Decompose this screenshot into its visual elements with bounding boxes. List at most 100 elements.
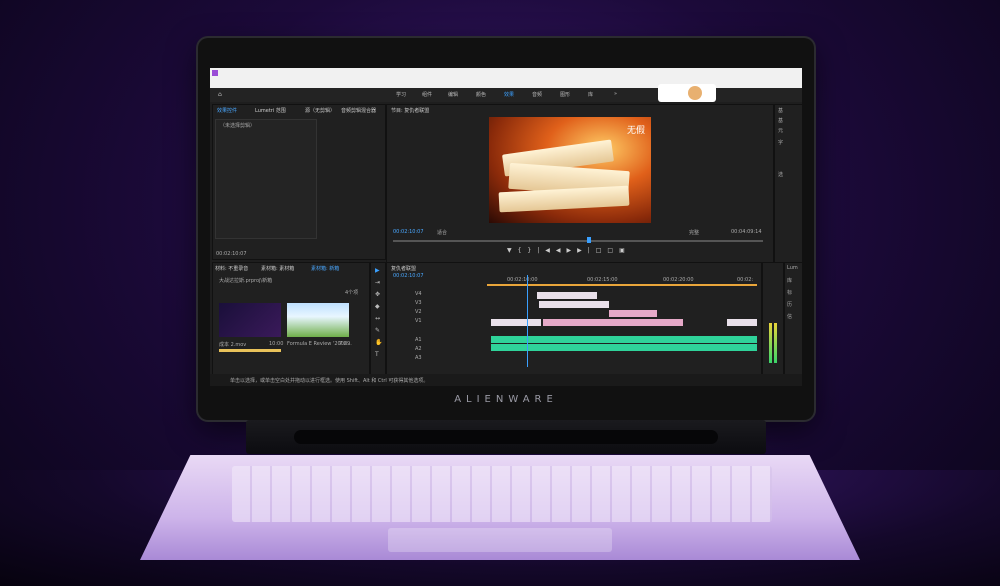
- timeline-clip[interactable]: [543, 319, 683, 326]
- touchpad: [388, 528, 612, 552]
- meter-bar: [774, 323, 777, 363]
- track-header[interactable]: V1: [415, 318, 422, 324]
- track-header[interactable]: A1: [415, 337, 422, 343]
- video-frame: 无假: [489, 117, 651, 223]
- clip-duration: 7:29: [339, 341, 351, 347]
- workspace-tab[interactable]: 音频: [532, 91, 542, 98]
- more-icon[interactable]: »: [614, 91, 617, 97]
- home-icon[interactable]: ⌂: [218, 91, 222, 98]
- workspace-tab[interactable]: 学习: [396, 91, 406, 98]
- tab-project[interactable]: 材料: 不重录音: [215, 265, 248, 272]
- empty-label: （未选择剪辑）: [220, 123, 256, 129]
- clip-duration: 10:00: [269, 341, 284, 347]
- avatar-face-icon: [688, 86, 702, 100]
- workspace-tab[interactable]: 编辑: [448, 91, 458, 98]
- playhead-icon[interactable]: [587, 237, 591, 243]
- right-panel-item[interactable]: 库: [787, 277, 792, 284]
- track-header[interactable]: A2: [415, 346, 422, 352]
- audio-clip[interactable]: [491, 344, 757, 351]
- timeline-clip[interactable]: [537, 292, 597, 299]
- vent-grille: [294, 430, 718, 444]
- status-text: 单击以选择，或单击空白处并拖动以进行框选。使用 Shift、Alt 和 Ctrl…: [230, 378, 429, 384]
- program-monitor: 节目: 复仇者联盟 无假 00:02:10:07 适合 完整 00:04:09:…: [386, 104, 774, 264]
- meter-bar: [769, 323, 772, 363]
- track-header[interactable]: V2: [415, 309, 422, 315]
- workspace-tab-active[interactable]: 效果: [504, 91, 514, 98]
- audio-meter: [762, 262, 784, 376]
- quality-select[interactable]: 完整: [689, 229, 699, 236]
- right-panel-item[interactable]: Lum: [787, 265, 798, 271]
- workspace-tab[interactable]: 组件: [422, 91, 432, 98]
- slip-icon[interactable]: ↔: [375, 315, 380, 322]
- timeline-timecode: 00:02:10:07: [393, 273, 424, 279]
- source-timecode: 00:02:10:07: [216, 251, 247, 257]
- timeline-clip[interactable]: [609, 310, 657, 317]
- right-panel-item[interactable]: 元: [778, 127, 783, 134]
- right-panel-item[interactable]: 基: [778, 107, 783, 114]
- tab-bin[interactable]: 素材箱: 素材箱: [261, 265, 294, 272]
- app-icon: [212, 70, 218, 76]
- right-panel-item[interactable]: 字: [778, 139, 783, 146]
- right-panel-item[interactable]: 基: [778, 117, 783, 124]
- track-header[interactable]: A3: [415, 355, 422, 361]
- timeline-title: 复仇者联盟: [391, 266, 417, 272]
- razor-icon[interactable]: ◆: [375, 303, 380, 310]
- timeline-playhead[interactable]: [527, 275, 528, 367]
- user-avatar[interactable]: [658, 84, 716, 102]
- program-timecode: 00:02:10:07: [393, 229, 424, 235]
- laptop-hinge: [246, 420, 766, 454]
- timeline-panel: 复仇者联盟 00:02:10:07 00:02:10:00 00:02:15:0…: [386, 262, 762, 376]
- tab-lumetri[interactable]: Lumetri 范围: [255, 107, 286, 114]
- transport-controls[interactable]: ▼{}|◀◀▶▶|□□▣: [507, 247, 687, 255]
- type-icon[interactable]: T: [375, 351, 379, 358]
- ruler-label: 00:02:10:00: [507, 277, 538, 283]
- tools-panel: ▶ ⇥ ✥ ◆ ↔ ✎ ✋ T: [370, 262, 386, 376]
- keyboard: [232, 466, 772, 522]
- selection-tool-icon[interactable]: ▶: [375, 267, 380, 274]
- workspace-bar: ⌂ 学习 组件 编辑 颜色 效果 音频 图形 库 »: [210, 84, 802, 102]
- right-panel-item[interactable]: 历: [787, 301, 792, 308]
- timeline-clip[interactable]: [727, 319, 757, 326]
- program-scrubber[interactable]: [393, 240, 763, 242]
- ruler-label: 00:02:20:00: [663, 277, 694, 283]
- workspace-tab[interactable]: 图形: [560, 91, 570, 98]
- clip-label-bar: [219, 349, 281, 352]
- timeline-clip[interactable]: [491, 319, 541, 326]
- effect-controls-area: （未选择剪辑）: [215, 119, 317, 239]
- brand-logo: ALIENWARE: [454, 394, 558, 405]
- track-header[interactable]: V3: [415, 300, 422, 306]
- right-panel-item[interactable]: 选: [778, 171, 783, 178]
- right-panel-item[interactable]: 标: [787, 289, 792, 296]
- audio-clip[interactable]: [491, 336, 757, 343]
- source-panel: 效果控件 Lumetri 范围 源（无剪辑） 音频剪辑混合器 （未选择剪辑） 0…: [212, 104, 386, 260]
- tab-audio-mixer[interactable]: 音频剪辑混合器: [341, 107, 376, 114]
- clip-name: 成本 2.mov: [219, 342, 247, 348]
- track-select-icon[interactable]: ⇥: [375, 279, 380, 286]
- right-panel-item[interactable]: 信: [787, 313, 792, 320]
- ruler-label: 00:02:: [737, 277, 754, 283]
- overlay-text: 无假: [626, 126, 645, 136]
- program-duration: 00:04:09:14: [731, 229, 762, 235]
- pen-icon[interactable]: ✎: [375, 327, 380, 334]
- ruler-label: 00:02:15:00: [587, 277, 618, 283]
- workspace-tab[interactable]: 库: [588, 91, 593, 98]
- status-bar: 单击以选择，或单击空白处并拖动以进行框选。使用 Shift、Alt 和 Ctrl…: [210, 374, 802, 386]
- workspace-tab[interactable]: 颜色: [476, 91, 486, 98]
- tab-effect-controls[interactable]: 效果控件: [217, 107, 237, 114]
- laptop-screen: ⌂ 学习 组件 编辑 颜色 效果 音频 图形 库 » 效果控件 Lumetri …: [210, 68, 802, 386]
- tab-new-bin[interactable]: 素材箱: 新箱: [311, 265, 339, 272]
- right-panel-lower: Lum 库 标 历 信: [784, 262, 802, 376]
- hand-icon[interactable]: ✋: [375, 339, 382, 346]
- right-panel: 基 基 元 字 选: [774, 104, 802, 264]
- item-count: 4个项: [345, 290, 359, 296]
- tab-source[interactable]: 源（无剪辑）: [305, 107, 335, 114]
- timeline-clip[interactable]: [539, 301, 609, 308]
- project-path: 大战达拉斯.prproj\新箱: [219, 278, 273, 284]
- track-header[interactable]: V4: [415, 291, 422, 297]
- project-panel: 材料: 不重录音 素材箱: 素材箱 素材箱: 新箱 大战达拉斯.prproj\新…: [212, 262, 370, 376]
- fit-select[interactable]: 适合: [437, 229, 447, 236]
- clip-thumbnail[interactable]: [219, 303, 281, 337]
- paper-stack: [498, 185, 630, 213]
- clip-thumbnail[interactable]: [287, 303, 349, 337]
- ripple-edit-icon[interactable]: ✥: [375, 291, 380, 298]
